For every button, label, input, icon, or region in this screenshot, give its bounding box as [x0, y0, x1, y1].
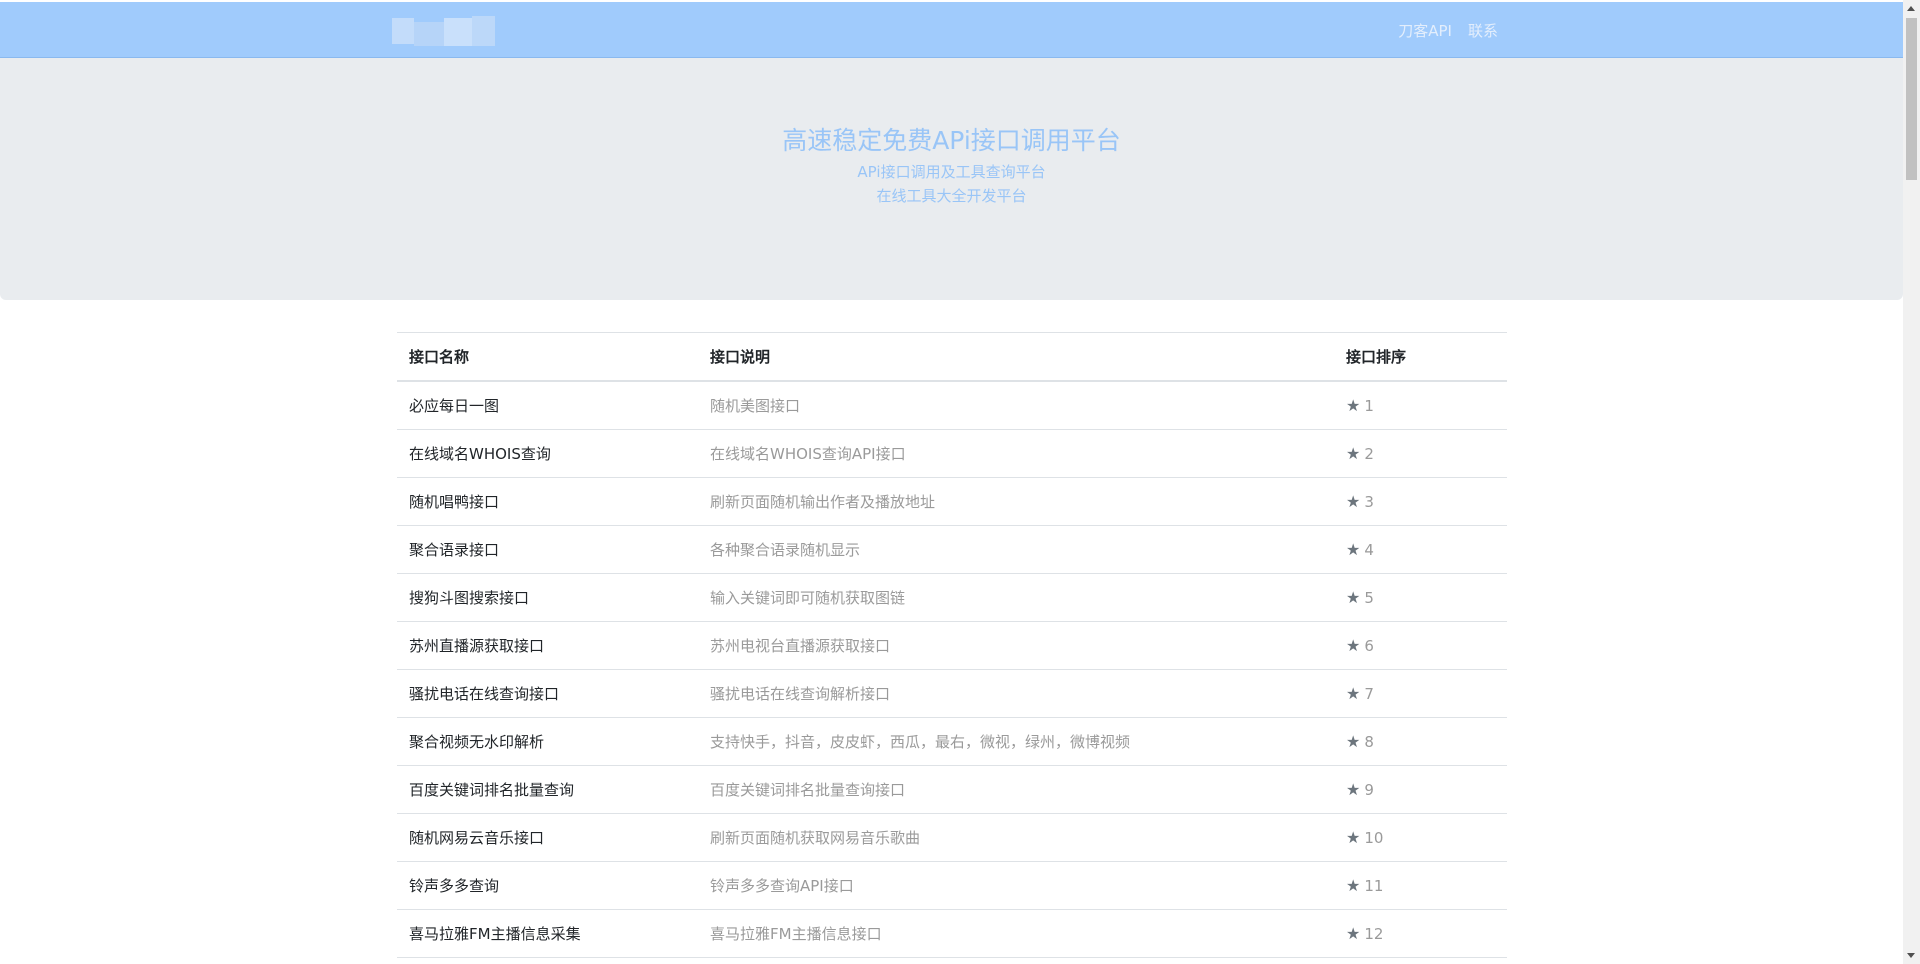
api-rank-cell: ★ 2: [1334, 429, 1507, 478]
scroll-down-arrow-icon[interactable]: [1907, 953, 1915, 958]
api-rank-value: 10: [1364, 828, 1384, 847]
api-desc-cell: 在线域名WHOIS查询API接口: [698, 429, 1334, 478]
api-name-cell[interactable]: 随机唱鸭接口: [397, 477, 698, 526]
table-row[interactable]: 骚扰电话在线查询接口 骚扰电话在线查询解析接口 ★ 7: [397, 669, 1507, 718]
hero-subtitle-1: APi接口调用及工具查询平台: [857, 163, 1046, 181]
api-desc-cell: 苏州电视台直播源获取接口: [698, 621, 1334, 670]
star-icon: ★: [1346, 587, 1361, 607]
api-desc-cell: 喜马拉雅FM主播信息接口: [698, 909, 1334, 958]
star-icon: ★: [1346, 395, 1361, 415]
top-navbar: 刀客API 联系: [0, 2, 1903, 58]
star-icon: ★: [1346, 443, 1361, 463]
api-desc-cell: 随机美图接口: [698, 381, 1334, 430]
api-rank-value: 2: [1364, 444, 1374, 463]
header-api-rank: 接口排序: [1334, 332, 1507, 382]
api-rank-cell: ★ 11: [1334, 861, 1507, 910]
api-rank-cell: ★ 4: [1334, 525, 1507, 574]
star-icon: ★: [1346, 635, 1361, 655]
nav-links: 刀客API 联系: [1398, 2, 1498, 58]
api-table-container: 接口名称 接口说明 接口排序 必应每日一图 随机美图接口 ★ 1 在线域名WHOIS查询…: [397, 332, 1507, 958]
table-row[interactable]: 搜狗斗图搜索接口 输入关键词即可随机获取图链 ★ 5: [397, 573, 1507, 622]
table-header-row: 接口名称 接口说明 接口排序: [397, 332, 1507, 382]
api-rank-cell: ★ 3: [1334, 477, 1507, 526]
table-row[interactable]: 苏州直播源获取接口 苏州电视台直播源获取接口 ★ 6: [397, 621, 1507, 670]
star-icon: ★: [1346, 827, 1361, 847]
site-logo[interactable]: [392, 16, 495, 46]
star-icon: ★: [1346, 731, 1361, 751]
api-rank-cell: ★ 10: [1334, 813, 1507, 862]
api-name-cell[interactable]: 喜马拉雅FM主播信息采集: [397, 909, 698, 958]
scroll-up-arrow-icon[interactable]: [1907, 6, 1915, 11]
api-name-cell[interactable]: 在线域名WHOIS查询: [397, 429, 698, 478]
star-icon: ★: [1346, 491, 1361, 511]
hero-subtitle-2: 在线工具大全开发平台: [876, 187, 1027, 205]
table-row[interactable]: 铃声多多查询 铃声多多查询API接口 ★ 11: [397, 861, 1507, 910]
api-rank-cell: ★ 1: [1334, 381, 1507, 430]
api-rank-value: 9: [1364, 780, 1374, 799]
api-name-cell[interactable]: 苏州直播源获取接口: [397, 621, 698, 670]
api-name-cell[interactable]: 搜狗斗图搜索接口: [397, 573, 698, 622]
star-icon: ★: [1346, 683, 1361, 703]
table-row[interactable]: 聚合视频无水印解析 支持快手，抖音，皮皮虾，西瓜，最右，微视，绿州，微博视频 ★ 8: [397, 717, 1507, 766]
api-rank-cell: ★ 6: [1334, 621, 1507, 670]
nav-link-contact[interactable]: 联系: [1468, 20, 1498, 41]
api-rank-cell: ★ 12: [1334, 909, 1507, 958]
nav-link-daoke-api[interactable]: 刀客API: [1398, 20, 1452, 41]
api-rank-value: 1: [1364, 396, 1374, 415]
api-rank-value: 12: [1364, 924, 1384, 943]
api-rank-value: 7: [1364, 684, 1374, 703]
star-icon: ★: [1346, 779, 1361, 799]
hero-title: 高速稳定免费APi接口调用平台: [782, 126, 1121, 155]
star-icon: ★: [1346, 923, 1361, 943]
table-row[interactable]: 百度关键词排名批量查询 百度关键词排名批量查询接口 ★ 9: [397, 765, 1507, 814]
api-desc-cell: 刷新页面随机输出作者及播放地址: [698, 477, 1334, 526]
api-table-body: 必应每日一图 随机美图接口 ★ 1 在线域名WHOIS查询 在线域名WHOIS查询API接…: [397, 381, 1507, 958]
api-desc-cell: 骚扰电话在线查询解析接口: [698, 669, 1334, 718]
api-name-cell[interactable]: 铃声多多查询: [397, 861, 698, 910]
api-name-cell[interactable]: 聚合语录接口: [397, 525, 698, 574]
table-row[interactable]: 喜马拉雅FM主播信息采集 喜马拉雅FM主播信息接口 ★ 12: [397, 909, 1507, 958]
api-name-cell[interactable]: 随机网易云音乐接口: [397, 813, 698, 862]
api-name-cell[interactable]: 百度关键词排名批量查询: [397, 765, 698, 814]
scroll-thumb[interactable]: [1906, 18, 1917, 180]
api-desc-cell: 铃声多多查询API接口: [698, 861, 1334, 910]
api-rank-cell: ★ 9: [1334, 765, 1507, 814]
api-desc-cell: 刷新页面随机获取网易音乐歌曲: [698, 813, 1334, 862]
api-desc-cell: 输入关键词即可随机获取图链: [698, 573, 1334, 622]
table-row[interactable]: 在线域名WHOIS查询 在线域名WHOIS查询API接口 ★ 2: [397, 429, 1507, 478]
api-name-cell[interactable]: 必应每日一图: [397, 381, 698, 430]
vertical-scrollbar[interactable]: [1903, 0, 1920, 964]
table-row[interactable]: 随机唱鸭接口 刷新页面随机输出作者及播放地址 ★ 3: [397, 477, 1507, 526]
api-rank-value: 8: [1364, 732, 1374, 751]
page: 刀客API 联系 高速稳定免费APi接口调用平台 APi接口调用及工具查询平台 …: [0, 0, 1920, 964]
api-rank-cell: ★ 7: [1334, 669, 1507, 718]
api-rank-value: 4: [1364, 540, 1374, 559]
header-api-name: 接口名称: [397, 332, 698, 382]
api-name-cell[interactable]: 骚扰电话在线查询接口: [397, 669, 698, 718]
table-row[interactable]: 随机网易云音乐接口 刷新页面随机获取网易音乐歌曲 ★ 10: [397, 813, 1507, 862]
api-rank-value: 6: [1364, 636, 1374, 655]
api-rank-cell: ★ 8: [1334, 717, 1507, 766]
api-desc-cell: 百度关键词排名批量查询接口: [698, 765, 1334, 814]
star-icon: ★: [1346, 539, 1361, 559]
api-desc-cell: 支持快手，抖音，皮皮虾，西瓜，最右，微视，绿州，微博视频: [698, 717, 1334, 766]
api-rank-value: 5: [1364, 588, 1374, 607]
api-name-cell[interactable]: 聚合视频无水印解析: [397, 717, 698, 766]
star-icon: ★: [1346, 875, 1361, 895]
table-row[interactable]: 必应每日一图 随机美图接口 ★ 1: [397, 381, 1507, 430]
api-rank-value: 11: [1364, 876, 1384, 895]
api-desc-cell: 各种聚合语录随机显示: [698, 525, 1334, 574]
table-row[interactable]: 聚合语录接口 各种聚合语录随机显示 ★ 4: [397, 525, 1507, 574]
api-table: 接口名称 接口说明 接口排序 必应每日一图 随机美图接口 ★ 1 在线域名WHOIS查询…: [397, 332, 1507, 958]
api-rank-value: 3: [1364, 492, 1374, 511]
hero-banner: 高速稳定免费APi接口调用平台 APi接口调用及工具查询平台 在线工具大全开发平…: [0, 58, 1903, 300]
api-rank-cell: ★ 5: [1334, 573, 1507, 622]
header-api-desc: 接口说明: [698, 332, 1334, 382]
